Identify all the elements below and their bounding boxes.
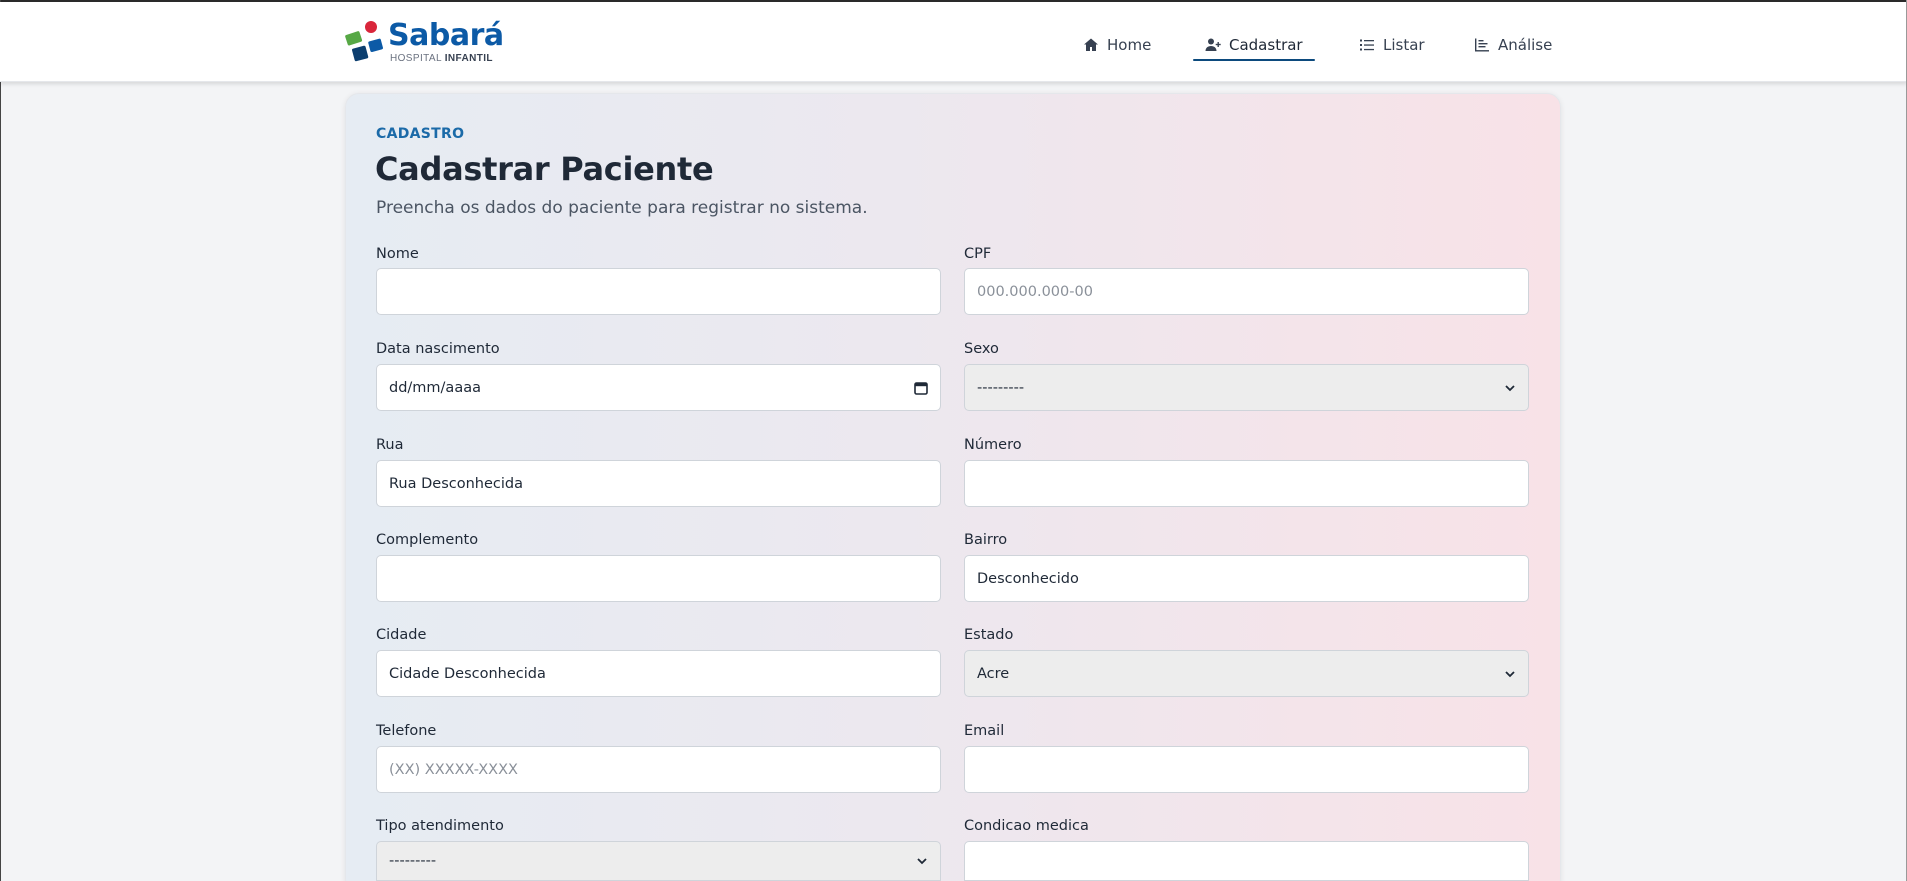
telefone-input[interactable]: (XX) XXXXX-XXXX <box>376 746 941 793</box>
email-input[interactable] <box>964 746 1529 793</box>
top-navbar: Sabará HOSPITAL INFANTIL Home Cadastrar … <box>0 2 1907 82</box>
page-title: Cadastrar Paciente <box>375 150 714 188</box>
section-eyebrow: CADASTRO <box>376 126 465 142</box>
rua-label: Rua <box>376 437 404 453</box>
data-nascimento-label: Data nascimento <box>376 341 500 357</box>
nav-analise-label: Análise <box>1498 36 1553 54</box>
telefone-label: Telefone <box>376 723 437 739</box>
nav-listar-label: Listar <box>1383 36 1425 54</box>
sexo-label: Sexo <box>964 341 999 357</box>
tipo-atendimento-label: Tipo atendimento <box>376 818 504 834</box>
chevron-down-icon <box>917 858 927 865</box>
brand-name: Sabará <box>388 18 504 53</box>
estado-label: Estado <box>964 627 1014 643</box>
cidade-input[interactable]: Cidade Desconhecida <box>376 650 941 697</box>
complemento-input[interactable] <box>376 555 941 602</box>
chevron-down-icon <box>1505 670 1515 677</box>
list-icon <box>1360 39 1374 51</box>
nav-listar[interactable]: Listar <box>1359 28 1425 62</box>
email-label: Email <box>964 723 1005 739</box>
sexo-value: --------- <box>977 379 1025 396</box>
complemento-label: Complemento <box>376 532 479 548</box>
nav-home-label: Home <box>1107 36 1152 54</box>
condicao-medica-input[interactable] <box>964 841 1529 881</box>
data-nascimento-value: dd/mm/aaaa <box>389 379 481 396</box>
nav-active-indicator <box>1193 59 1315 61</box>
nome-input[interactable] <box>376 268 941 315</box>
calendar-icon[interactable] <box>914 381 928 395</box>
cpf-input[interactable]: 000.000.000-00 <box>964 268 1529 315</box>
logo-mark-icon <box>345 21 383 62</box>
nav-analise[interactable]: Análise <box>1474 28 1552 62</box>
estado-select[interactable]: Acre <box>964 650 1529 697</box>
chevron-down-icon <box>1505 384 1515 391</box>
bairro-label: Bairro <box>964 532 1008 548</box>
estado-value: Acre <box>977 665 1010 682</box>
nav-home[interactable]: Home <box>1083 28 1151 62</box>
brand-logo[interactable]: Sabará HOSPITAL INFANTIL <box>344 18 504 66</box>
cidade-value: Cidade Desconhecida <box>389 665 546 682</box>
nav-cadastrar[interactable]: Cadastrar <box>1205 28 1303 62</box>
numero-input[interactable] <box>964 460 1529 507</box>
nav-cadastrar-label: Cadastrar <box>1229 36 1303 54</box>
nome-label: Nome <box>376 246 419 262</box>
tipo-atendimento-select[interactable]: --------- <box>376 841 941 881</box>
sexo-select[interactable]: --------- <box>964 364 1529 411</box>
tipo-atendimento-value: --------- <box>389 853 437 869</box>
rua-input[interactable]: Rua Desconhecida <box>376 460 941 507</box>
rua-value: Rua Desconhecida <box>389 475 523 492</box>
bairro-value: Desconhecido <box>977 570 1079 587</box>
bairro-input[interactable]: Desconhecido <box>964 555 1529 602</box>
chart-icon <box>1475 38 1489 52</box>
page-subtitle: Preencha os dados do paciente para regis… <box>376 198 868 218</box>
cpf-label: CPF <box>964 246 992 262</box>
cidade-label: Cidade <box>376 627 427 643</box>
condicao-medica-label: Condicao medica <box>964 818 1089 834</box>
brand-subtitle: HOSPITAL INFANTIL <box>390 53 493 64</box>
window-left-border <box>0 0 1 881</box>
user-plus-icon <box>1205 38 1221 51</box>
telefone-placeholder: (XX) XXXXX-XXXX <box>389 761 518 778</box>
cpf-placeholder: 000.000.000-00 <box>977 283 1093 300</box>
numero-label: Número <box>964 437 1022 453</box>
home-icon <box>1084 38 1098 51</box>
data-nascimento-input[interactable]: dd/mm/aaaa <box>376 364 941 411</box>
